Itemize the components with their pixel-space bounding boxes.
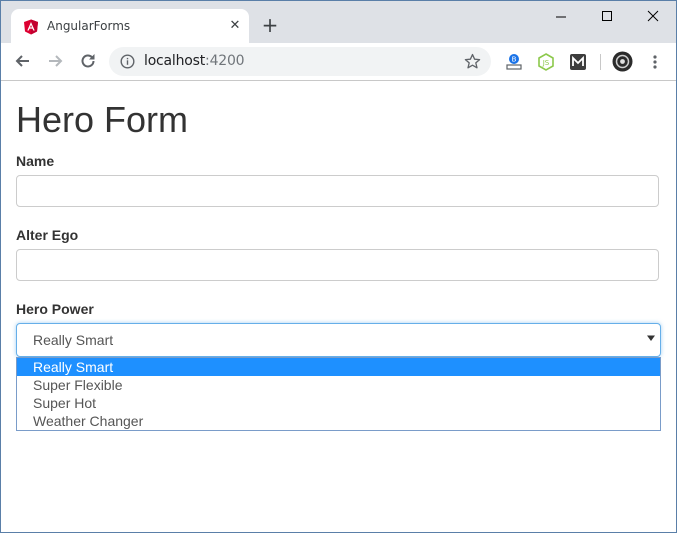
extension-icon[interactable]: B xyxy=(505,53,523,71)
arrow-right-icon[interactable] xyxy=(45,51,65,71)
close-icon xyxy=(647,10,659,22)
page-content: Hero Form Name Alter Ego Hero Power Real… xyxy=(1,81,676,532)
nodejs-extension-icon[interactable]: JS xyxy=(537,53,555,71)
reload-icon[interactable] xyxy=(78,51,98,71)
maximize-icon xyxy=(602,11,612,21)
name-label: Name xyxy=(16,153,55,169)
svg-text:JS: JS xyxy=(542,59,550,67)
tab-angularforms[interactable]: AngularForms ✕ xyxy=(11,9,249,43)
maximize-button[interactable] xyxy=(584,1,630,31)
m-extension-icon[interactable] xyxy=(569,53,587,71)
url-port: :4200 xyxy=(205,53,245,69)
profile-avatar-icon[interactable] xyxy=(612,51,633,72)
kebab-menu-icon[interactable] xyxy=(646,53,664,71)
arrow-left-icon[interactable] xyxy=(13,51,33,71)
info-icon[interactable] xyxy=(120,54,135,69)
address-bar[interactable]: localhost:4200 xyxy=(109,47,491,76)
power-option-weather-changer[interactable]: Weather Changer xyxy=(17,412,660,430)
browser-window: AngularForms ✕ + localhost:4200 B JS Her… xyxy=(0,0,677,533)
minimize-icon xyxy=(556,16,566,18)
alter-ego-input[interactable] xyxy=(16,249,659,281)
star-icon[interactable] xyxy=(464,53,481,70)
browser-toolbar: localhost:4200 B JS xyxy=(1,43,676,81)
angular-logo-icon xyxy=(24,19,38,35)
selected-power-value: Really Smart xyxy=(33,332,114,348)
hero-power-dropdown-list: Really Smart Super Flexible Super Hot We… xyxy=(16,357,661,431)
hero-power-label: Hero Power xyxy=(16,301,94,317)
toolbar-divider xyxy=(600,54,601,70)
close-tab-icon[interactable]: ✕ xyxy=(226,17,244,35)
power-option-super-hot[interactable]: Super Hot xyxy=(17,394,660,412)
dropdown-arrow-icon xyxy=(647,335,655,341)
url-text: localhost:4200 xyxy=(144,53,245,69)
page-title: Hero Form xyxy=(16,99,189,140)
minimize-button[interactable] xyxy=(538,1,584,31)
svg-text:B: B xyxy=(512,56,517,64)
tab-strip: AngularForms ✕ + xyxy=(1,1,676,43)
name-input[interactable] xyxy=(16,175,659,207)
tab-title: AngularForms xyxy=(47,19,131,33)
new-tab-button[interactable]: + xyxy=(260,15,280,35)
url-host: localhost xyxy=(144,53,206,69)
hero-power-select[interactable]: Really Smart xyxy=(16,323,661,357)
close-window-button[interactable] xyxy=(630,1,676,31)
power-option-super-flexible[interactable]: Super Flexible xyxy=(17,376,660,394)
power-option-really-smart[interactable]: Really Smart xyxy=(17,358,660,376)
alter-ego-label: Alter Ego xyxy=(16,227,79,243)
